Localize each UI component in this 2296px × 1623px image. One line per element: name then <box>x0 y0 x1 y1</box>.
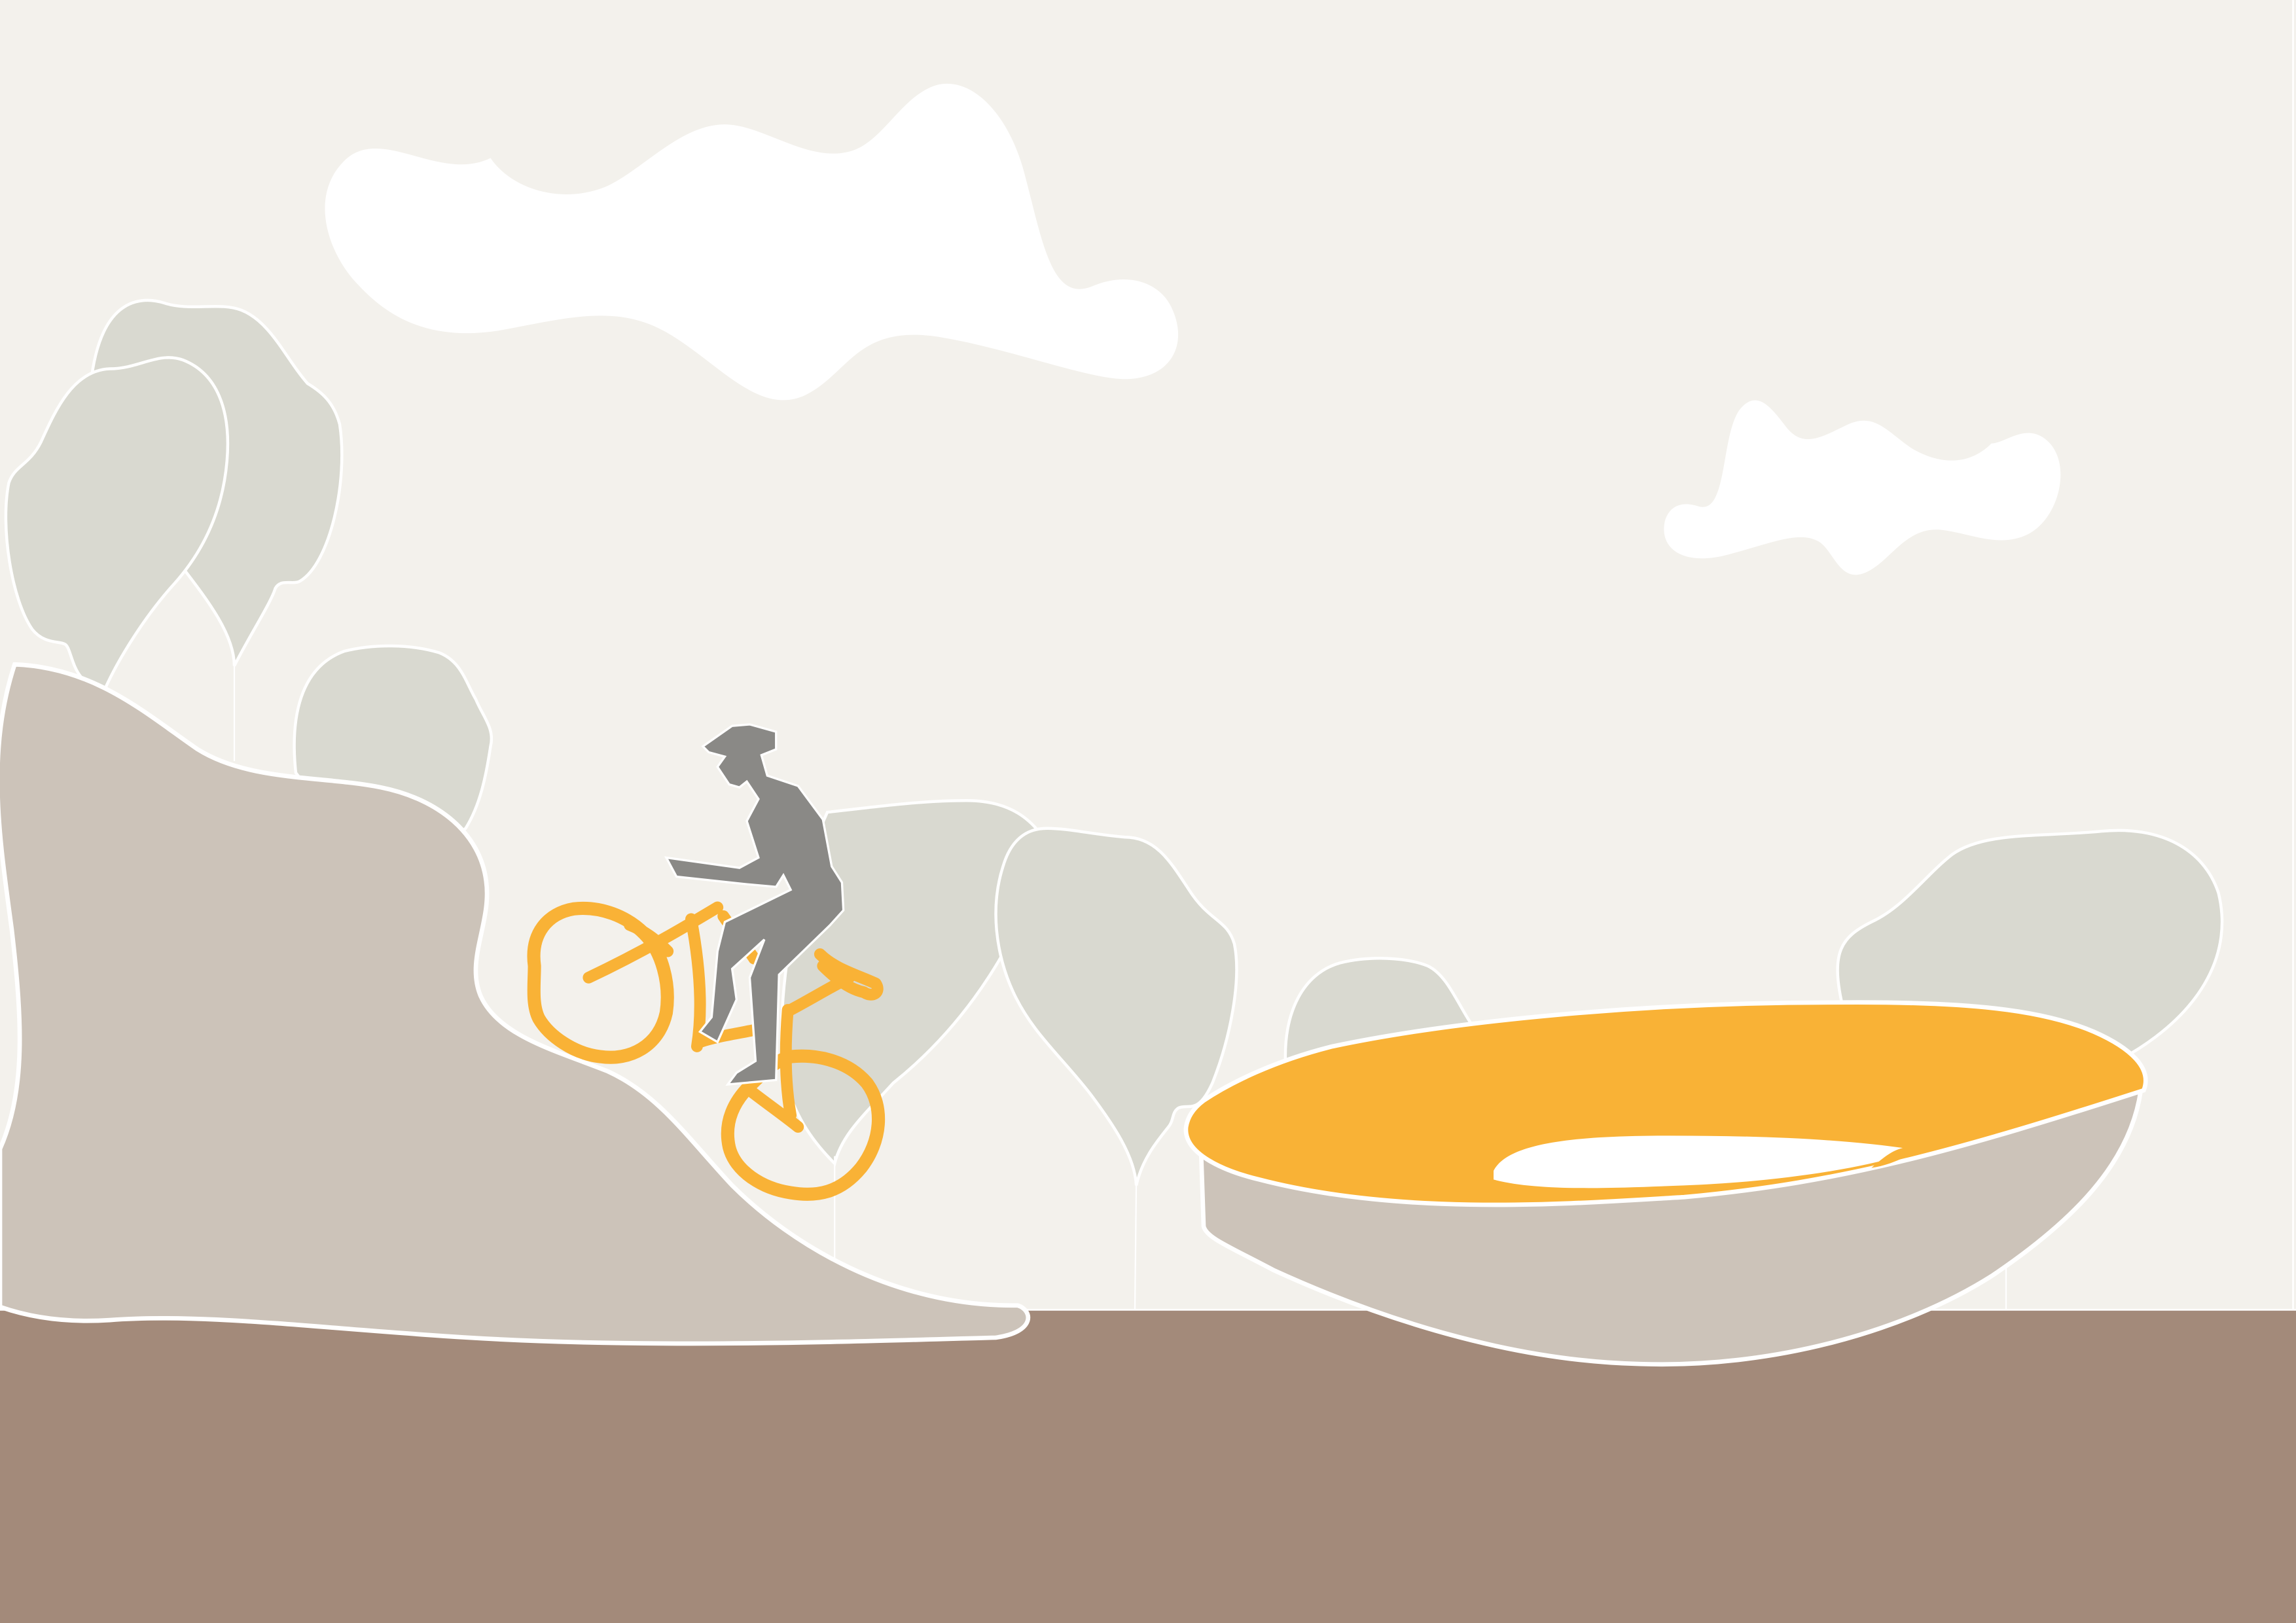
ground-strip <box>0 1310 2296 1623</box>
illustration-scene <box>0 0 2296 1623</box>
